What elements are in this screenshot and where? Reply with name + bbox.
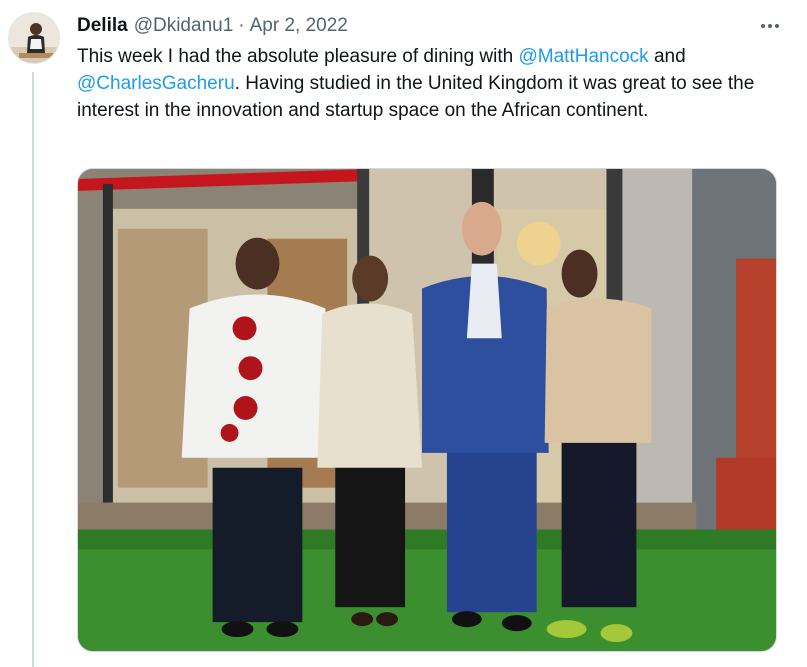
mention-matthancock[interactable]: @MattHancock [519, 46, 649, 67]
tweet-date[interactable]: Apr 2, 2022 [250, 15, 348, 37]
tweet[interactable]: Delila @Dkidanu1 · Apr 2, 2022 This week… [0, 0, 807, 667]
author-name[interactable]: Delila [77, 15, 128, 37]
separator-dot: · [238, 15, 245, 36]
tweet-text-part: This week I had the absolute pleasure of… [77, 46, 519, 67]
tweet-header: Delila @Dkidanu1 · Apr 2, 2022 [77, 14, 348, 38]
author-avatar[interactable] [8, 12, 60, 64]
more-horizontal-icon[interactable] [753, 14, 787, 38]
author-handle[interactable]: @Dkidanu1 [134, 15, 234, 37]
tweet-text-part: and [648, 46, 686, 67]
tweet-text: This week I had the absolute pleasure of… [77, 43, 782, 124]
thread-line [32, 72, 34, 667]
mention-charlesgacheru[interactable]: @CharlesGacheru [77, 73, 235, 94]
tweet-photo[interactable] [77, 168, 777, 652]
